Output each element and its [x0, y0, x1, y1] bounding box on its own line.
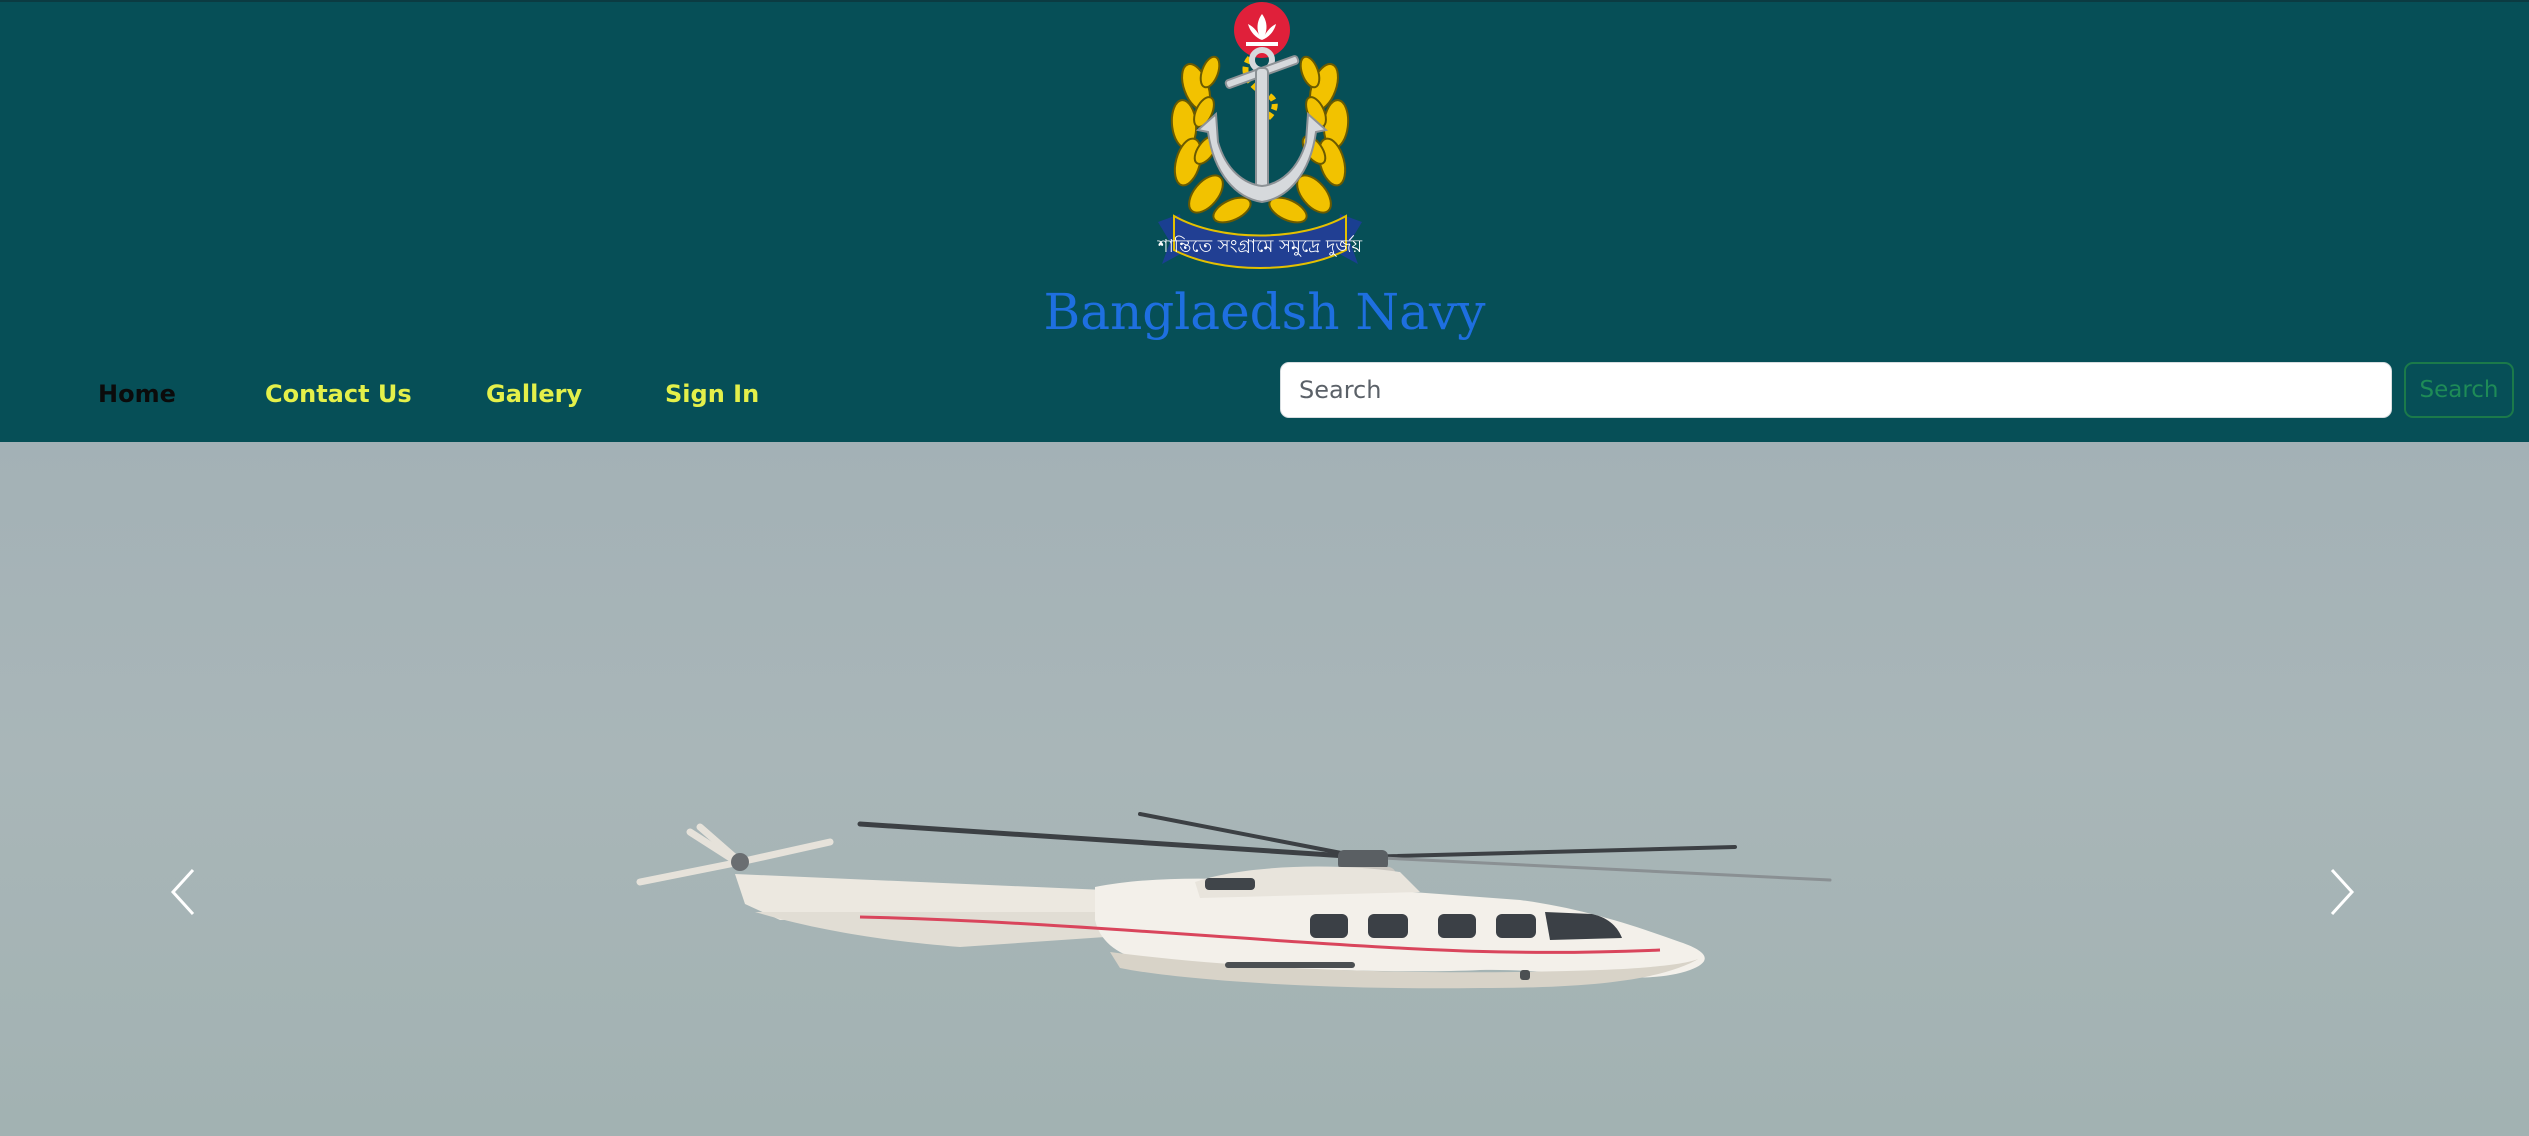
search-button[interactable]: Search — [2404, 362, 2514, 418]
search-input[interactable] — [1280, 362, 2392, 418]
helicopter-image — [636, 812, 1832, 989]
carousel-next-button[interactable] — [2312, 862, 2372, 922]
nav-home-link[interactable]: Home — [98, 380, 176, 408]
carousel-prev-button[interactable] — [153, 862, 213, 922]
site-title: Banglaedsh Navy — [1043, 283, 1486, 341]
navy-anchor-emblem-icon: শান্তিতে সংগ্রামে সমুদ্রে দুর্জয় — [1157, 2, 1363, 269]
chevron-left-icon — [170, 868, 195, 916]
hero-carousel — [0, 442, 2529, 1136]
nav-contact-link[interactable]: Contact Us — [265, 380, 412, 408]
nav-gallery-link[interactable]: Gallery — [486, 380, 582, 408]
emblem-motto: শান্তিতে সংগ্রামে সমুদ্রে দুর্জয় — [1157, 235, 1363, 257]
chevron-right-icon — [2330, 868, 2355, 916]
nav-signin-link[interactable]: Sign In — [665, 380, 759, 408]
